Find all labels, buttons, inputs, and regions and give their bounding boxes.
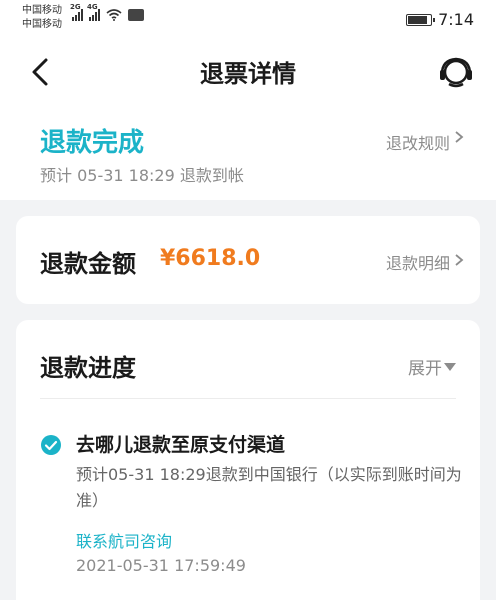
check-circle-icon — [41, 435, 61, 455]
refund-progress-title: 退款进度 — [40, 354, 136, 382]
status-bar: 中国移动 中国移动 2G 4G 7:14 — [0, 0, 496, 40]
signal-2-icon: 4G — [87, 3, 100, 21]
refund-eta: 预计 05-31 18:29 退款到帐 — [40, 166, 244, 185]
progress-step-title: 去哪儿退款至原支付渠道 — [76, 434, 286, 456]
carrier-2: 中国移动 — [22, 19, 62, 30]
refund-status-section: 退款完成 预计 05-31 18:29 退款到帐 退改规则 — [0, 104, 496, 200]
progress-step-timestamp: 2021-05-31 17:59:49 — [76, 556, 246, 575]
expand-label: 展开 — [408, 359, 442, 379]
customer-service-icon[interactable] — [438, 54, 474, 90]
nfc-icon — [128, 9, 144, 21]
refund-amount-label: 退款金额 — [40, 250, 136, 278]
signal-2-tag: 4G — [87, 3, 98, 11]
battery-icon — [406, 13, 436, 26]
signal-1-tag: 2G — [70, 3, 81, 11]
clock: 7:14 — [438, 10, 474, 29]
divider — [40, 398, 456, 399]
chevron-right-icon — [455, 254, 464, 266]
progress-step-description: 预计05-31 18:29退款到中国银行（以实际到账时间为准） — [76, 465, 462, 510]
refund-amount-card: 退款金额 ¥6618.0 退款明细 — [16, 216, 480, 304]
carrier-1: 中国移动 — [22, 5, 62, 16]
status-right: 7:14 — [406, 10, 474, 29]
contact-airline-link[interactable]: 联系航司咨询 — [76, 528, 172, 552]
status-icons: 2G 4G — [70, 3, 144, 21]
carrier-names: 中国移动 中国移动 — [22, 4, 62, 32]
chevron-right-icon — [455, 131, 464, 143]
refund-status: 退款完成 — [40, 128, 145, 158]
nav-bar: 退票详情 — [0, 40, 496, 104]
refund-rules-link[interactable]: 退改规则 — [386, 130, 450, 154]
refund-detail-link[interactable]: 退款明细 — [386, 250, 450, 274]
refund-amount-value: ¥6618.0 — [160, 246, 261, 271]
signal-1-icon: 2G — [70, 3, 83, 21]
triangle-down-icon — [444, 362, 456, 371]
refund-progress-card: 退款进度 展开 去哪儿退款至原支付渠道 预计05-31 18:29退款到中国银行… — [16, 320, 480, 600]
wifi-icon — [106, 9, 122, 21]
page-title: 退票详情 — [200, 60, 296, 88]
expand-toggle[interactable]: 展开 — [408, 354, 456, 379]
